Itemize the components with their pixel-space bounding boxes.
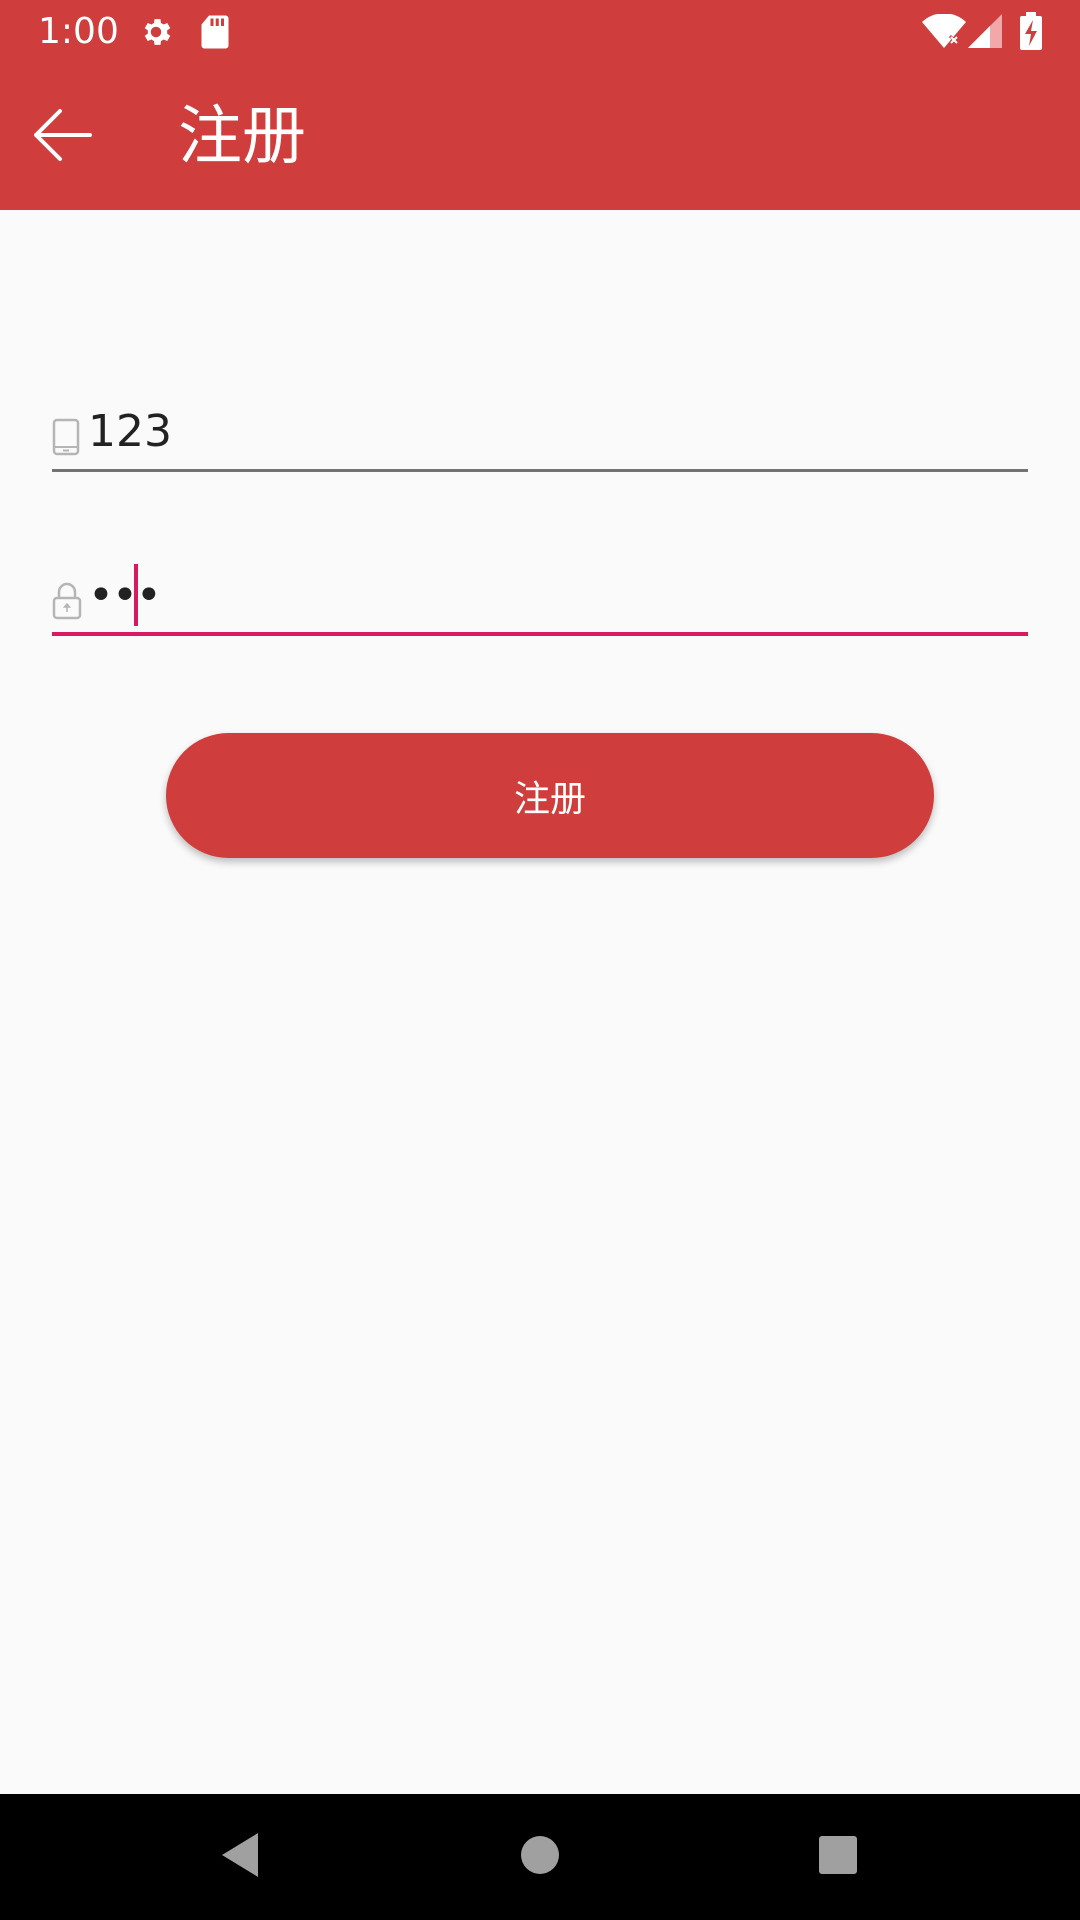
password-input-value: ••• (88, 570, 162, 621)
toolbar: 注册 (0, 63, 1080, 210)
phone-icon (52, 418, 86, 458)
app-bar: 1:00 注册 (0, 0, 1080, 210)
signal-icon (968, 14, 1002, 52)
lock-icon (52, 582, 86, 622)
phone-field-underline (52, 469, 1028, 472)
recents-square-icon (818, 1835, 858, 1879)
home-circle-icon (520, 1835, 560, 1879)
password-field[interactable]: ••• (52, 560, 1028, 636)
status-bar: 1:00 (0, 0, 1080, 63)
battery-charging-icon (1020, 12, 1042, 54)
phone-field[interactable]: 123 (52, 396, 1028, 472)
nav-home-button[interactable] (505, 1822, 575, 1892)
register-form: 123 ••• 注册 (0, 210, 1080, 1794)
back-button[interactable] (22, 109, 102, 165)
wifi-off-icon (922, 13, 966, 52)
phone-input-value: 123 (88, 406, 172, 457)
sd-card-icon (200, 14, 230, 54)
status-time: 1:00 (38, 11, 119, 52)
text-caret (134, 564, 138, 626)
password-field-underline (52, 632, 1028, 636)
nav-recents-button[interactable] (803, 1822, 873, 1892)
nav-back-button[interactable] (205, 1822, 275, 1892)
arrow-back-icon (30, 107, 94, 167)
page-title: 注册 (178, 100, 306, 174)
settings-icon (138, 14, 174, 54)
back-triangle-icon (218, 1831, 262, 1883)
navigation-bar (0, 1794, 1080, 1920)
register-button[interactable]: 注册 (166, 733, 934, 858)
